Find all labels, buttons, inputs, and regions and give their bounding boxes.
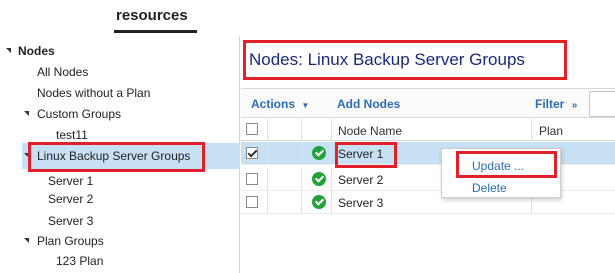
actions-label: Actions <box>251 97 296 111</box>
tree-item-label: Server 1 <box>48 174 94 188</box>
column-divider <box>301 142 302 164</box>
top-tab-bar: resources <box>0 0 615 36</box>
column-divider <box>331 142 332 164</box>
highlight-box <box>335 142 397 168</box>
grid-toolbar: Actions ▼ Add Nodes Filter » <box>241 88 615 118</box>
column-divider <box>267 142 268 164</box>
status-ok-icon <box>312 146 326 160</box>
node-name-cell[interactable]: Server 3 <box>338 196 383 210</box>
node-name-cell[interactable]: Server 2 <box>338 173 383 187</box>
column-divider <box>301 119 302 140</box>
tree-item-label: 123 Plan <box>56 254 104 268</box>
column-divider <box>267 191 268 213</box>
actions-dropdown[interactable]: Actions ▼ <box>251 97 309 111</box>
tree-item-label: All Nodes <box>37 65 89 79</box>
collapse-triangle-icon[interactable] <box>24 111 29 116</box>
column-divider <box>267 168 268 190</box>
tree-item-label: Nodes <box>18 44 55 58</box>
highlight-box <box>456 151 557 178</box>
row-checkbox[interactable] <box>246 147 258 159</box>
tree-item-server3[interactable]: Server 3 <box>48 211 93 231</box>
tree-item-plan-groups[interactable]: Plan Groups <box>37 231 104 251</box>
active-tab-indicator <box>114 30 197 33</box>
column-divider <box>531 119 532 140</box>
column-divider <box>331 119 332 140</box>
tree-item-label: Nodes without a Plan <box>37 86 151 100</box>
column-divider <box>301 168 302 190</box>
filter-input[interactable] <box>589 91 615 117</box>
collapse-triangle-icon[interactable] <box>6 48 11 53</box>
add-nodes-button[interactable]: Add Nodes <box>337 97 400 111</box>
status-ok-icon <box>312 195 326 209</box>
context-menu-delete[interactable]: Delete <box>472 181 507 195</box>
filter-label: Filter <box>535 97 565 111</box>
column-header-plan[interactable]: Plan <box>539 124 563 138</box>
tree-item-label: Custom Groups <box>37 107 122 121</box>
double-chevron-down-icon: » <box>571 100 578 111</box>
column-divider <box>331 191 332 213</box>
tree-item-label: Server 3 <box>48 214 94 228</box>
column-header-node-name[interactable]: Node Name <box>338 124 402 138</box>
status-ok-icon <box>312 172 326 186</box>
grid-header: Node Name Plan <box>241 119 615 141</box>
resource-tree-panel: Nodes All Nodes Nodes without a Plan Cus… <box>0 36 240 273</box>
tree-item-label: Plan Groups <box>37 234 104 248</box>
select-all-checkbox[interactable] <box>246 123 258 135</box>
main-panel: Nodes: Linux Backup Server Groups Action… <box>241 36 615 273</box>
collapse-triangle-icon[interactable] <box>24 238 29 243</box>
tab-resources[interactable]: resources <box>116 7 188 24</box>
caret-down-icon: ▼ <box>301 101 310 110</box>
column-divider <box>331 168 332 190</box>
tree-item-server1[interactable]: Server 1 <box>48 171 93 191</box>
tree-item-nodes-without-plan[interactable]: Nodes without a Plan <box>37 83 150 103</box>
tree-item-all-nodes[interactable]: All Nodes <box>37 62 88 82</box>
highlight-box <box>243 40 567 80</box>
row-checkbox[interactable] <box>246 196 258 208</box>
column-divider <box>301 191 302 213</box>
row-checkbox[interactable] <box>246 173 258 185</box>
highlight-box <box>28 142 205 172</box>
column-divider <box>267 119 268 140</box>
tree-item-server2[interactable]: Server 2 <box>48 189 93 209</box>
tree-item-nodes[interactable]: Nodes <box>18 41 55 61</box>
tree-item-label: Server 2 <box>48 192 94 206</box>
tree-item-123-plan[interactable]: 123 Plan <box>56 251 103 271</box>
filter-button[interactable]: Filter » <box>535 97 577 111</box>
tree-item-custom-groups[interactable]: Custom Groups <box>37 104 121 124</box>
